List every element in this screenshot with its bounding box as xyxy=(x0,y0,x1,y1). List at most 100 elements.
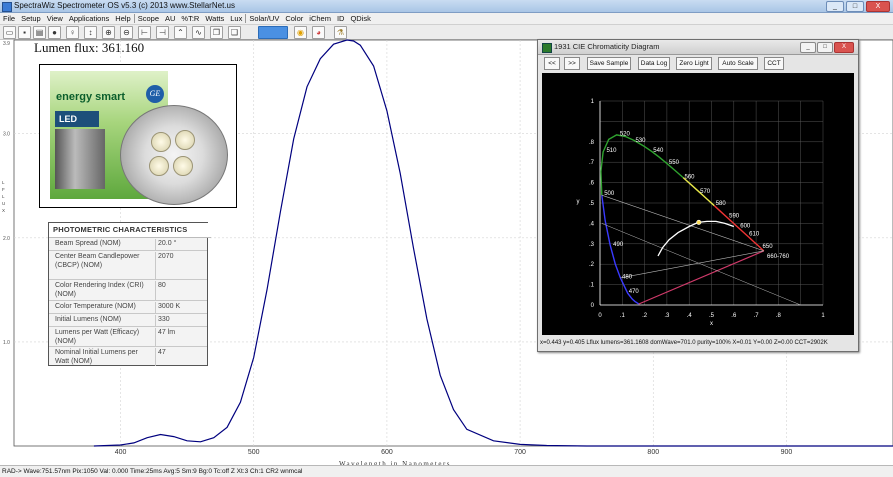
cie-wavelength-label: 570 xyxy=(700,189,711,195)
cie-purple-line xyxy=(638,250,765,305)
cie-title-bar: 1931 CIE Chromaticity Diagram _ □ X xyxy=(538,40,858,55)
x-tick-label: 400 xyxy=(115,449,127,456)
table-row: Initial Lumens (NOM) 330 xyxy=(49,314,207,327)
cie-status-line: x=0.443 y=0.405 Lflux lumens=361.1608 do… xyxy=(540,340,828,346)
row-key: Color Temperature (NOM) xyxy=(55,303,136,310)
cie-title: 1931 CIE Chromaticity Diagram xyxy=(554,42,660,51)
cie-minimize-button[interactable]: _ xyxy=(800,42,816,53)
cie-wavelength-label: 660-760 xyxy=(767,254,790,260)
cie-y-tick: 0 xyxy=(591,303,595,309)
cie-wavelength-label: 520 xyxy=(620,132,631,138)
cie-y-axis-label: y xyxy=(577,199,580,205)
cie-wavelength-label: 530 xyxy=(635,138,646,144)
cie-wavelength-label: 480 xyxy=(622,274,633,280)
cie-measured-point xyxy=(696,219,702,225)
cie-y-tick: .4 xyxy=(589,221,595,227)
row-value: 3000 K xyxy=(155,302,208,314)
prev-button[interactable]: << xyxy=(544,57,560,70)
photometric-title: PHOTOMETRIC CHARACTERISTICS xyxy=(49,223,211,238)
row-value: 20.0 ° xyxy=(155,239,208,251)
cie-x-tick: .3 xyxy=(664,313,670,319)
row-key: Initial Lumens (NOM) xyxy=(55,316,122,323)
data-log-button[interactable]: Data Log xyxy=(638,57,670,70)
cie-x-tick: 0 xyxy=(598,313,602,319)
lumen-flux-readout: Lumen flux: 361.160 xyxy=(34,40,144,56)
led-lens xyxy=(175,130,195,150)
x-tick-label: 900 xyxy=(781,449,793,456)
y-tick-label: 3.0 xyxy=(3,132,10,138)
cie-plot[interactable]: 0 .1 .2 .3 .4 .5 .6 .7 .8 1 0 .1 .2 .3 .4 .5 .6 .7 .8 1 x y 47… xyxy=(542,73,854,335)
row-key: Color Rendering Index (CRI) (NOM) xyxy=(55,282,144,298)
row-value: 2070 xyxy=(155,252,208,280)
y-axis-letter: L xyxy=(2,180,5,185)
x-tick-label: 600 xyxy=(381,449,393,456)
cie-y-tick: .1 xyxy=(589,283,595,289)
cie-wavelength-label: 470 xyxy=(629,289,640,295)
photometric-table: PHOTOMETRIC CHARACTERISTICS Beam Spread … xyxy=(48,222,211,366)
cie-wavelength-label: 560 xyxy=(685,175,696,181)
row-value: 47 xyxy=(155,348,208,366)
auto-scale-button[interactable]: Auto Scale xyxy=(718,57,758,70)
cie-x-tick: .4 xyxy=(687,313,693,319)
y-axis-letter: L xyxy=(2,194,5,199)
row-value: 80 xyxy=(155,281,208,301)
cie-wavelength-label: 550 xyxy=(669,160,680,166)
cie-wavelength-label: 590 xyxy=(729,213,740,219)
bulb-side-image xyxy=(55,129,105,189)
cie-wavelength-label: 500 xyxy=(604,191,615,197)
table-row: Color Rendering Index (CRI) (NOM) 80 xyxy=(49,280,207,301)
cie-x-tick: .5 xyxy=(709,313,715,319)
cie-y-tick: .5 xyxy=(589,201,595,207)
cie-maximize-button[interactable]: □ xyxy=(817,42,833,53)
cie-wavelength-label: 490 xyxy=(613,242,624,248)
cie-chart[interactable]: 0 .1 .2 .3 .4 .5 .6 .7 .8 1 0 .1 .2 .3 .4 .5 .6 .7 .8 1 x y 47… xyxy=(542,73,854,335)
table-row: Nominal Initial Lumens per Watt (NOM) 47 xyxy=(49,347,208,366)
row-value: 330 xyxy=(155,315,208,327)
cie-y-tick: .7 xyxy=(589,160,595,166)
cie-x-tick: .6 xyxy=(731,313,737,319)
save-sample-button[interactable]: Save Sample xyxy=(587,57,631,70)
led-lens xyxy=(173,156,193,176)
cie-planckian-locus xyxy=(657,220,735,257)
row-key: Nominal Initial Lumens per Watt (NOM) xyxy=(55,349,138,365)
cie-window-icon xyxy=(542,43,552,53)
cie-y-tick: .8 xyxy=(589,140,595,146)
cie-locus-blue xyxy=(601,195,640,305)
led-lens xyxy=(149,156,169,176)
lumen-flux-value: 361.160 xyxy=(101,40,145,55)
led-label: LED xyxy=(55,111,99,127)
cie-wavelength-label: 650 xyxy=(763,244,774,250)
table-row: Lumens per Watt (Efficacy) (NOM) 47 lm xyxy=(49,327,207,347)
y-axis-letter: F xyxy=(2,187,5,192)
row-key: Beam Spread (NOM) xyxy=(55,240,121,247)
cie-x-tick: .7 xyxy=(754,313,760,319)
row-key: Center Beam Candlepower (CBCP) (NOM) xyxy=(55,253,140,269)
cie-y-tick: .2 xyxy=(589,262,595,268)
table-row: Beam Spread (NOM) 20.0 ° xyxy=(49,238,207,251)
cie-x-tick: .1 xyxy=(620,313,626,319)
cie-wavelength-label: 600 xyxy=(740,223,751,229)
cie-x-tick: .2 xyxy=(642,313,648,319)
row-key: Lumens per Watt (Efficacy) (NOM) xyxy=(55,329,140,345)
cie-wavelength-label: 580 xyxy=(716,201,727,207)
cie-close-button[interactable]: X xyxy=(834,42,854,53)
table-row: Color Temperature (NOM) 3000 K xyxy=(49,301,207,314)
cie-window: 1931 CIE Chromaticity Diagram _ □ X << >… xyxy=(537,39,859,352)
cie-x-axis-label: x xyxy=(710,321,713,327)
y-top-label: 3.9 xyxy=(3,41,10,47)
next-button[interactable]: >> xyxy=(564,57,580,70)
product-photo: energy smart GE LED xyxy=(39,64,237,208)
zero-light-button[interactable]: Zero Light xyxy=(676,57,712,70)
cie-wavelength-label: 540 xyxy=(653,148,664,154)
cie-window-controls: _ □ X xyxy=(800,42,854,53)
x-tick-label: 700 xyxy=(514,449,526,456)
cie-y-tick: .6 xyxy=(589,181,595,187)
y-tick-label: 2.0 xyxy=(3,236,10,242)
cct-button[interactable]: CCT xyxy=(764,57,784,70)
row-value: 47 lm xyxy=(155,328,208,347)
x-tick-label: 500 xyxy=(248,449,260,456)
cie-x-tick: .8 xyxy=(776,313,782,319)
y-tick-label: 1.0 xyxy=(3,340,10,346)
status-bar: RAD-> Wave:751.57nm Pix:1050 Val: 0.000 … xyxy=(0,465,893,477)
cie-x-tick: 1 xyxy=(821,313,825,319)
